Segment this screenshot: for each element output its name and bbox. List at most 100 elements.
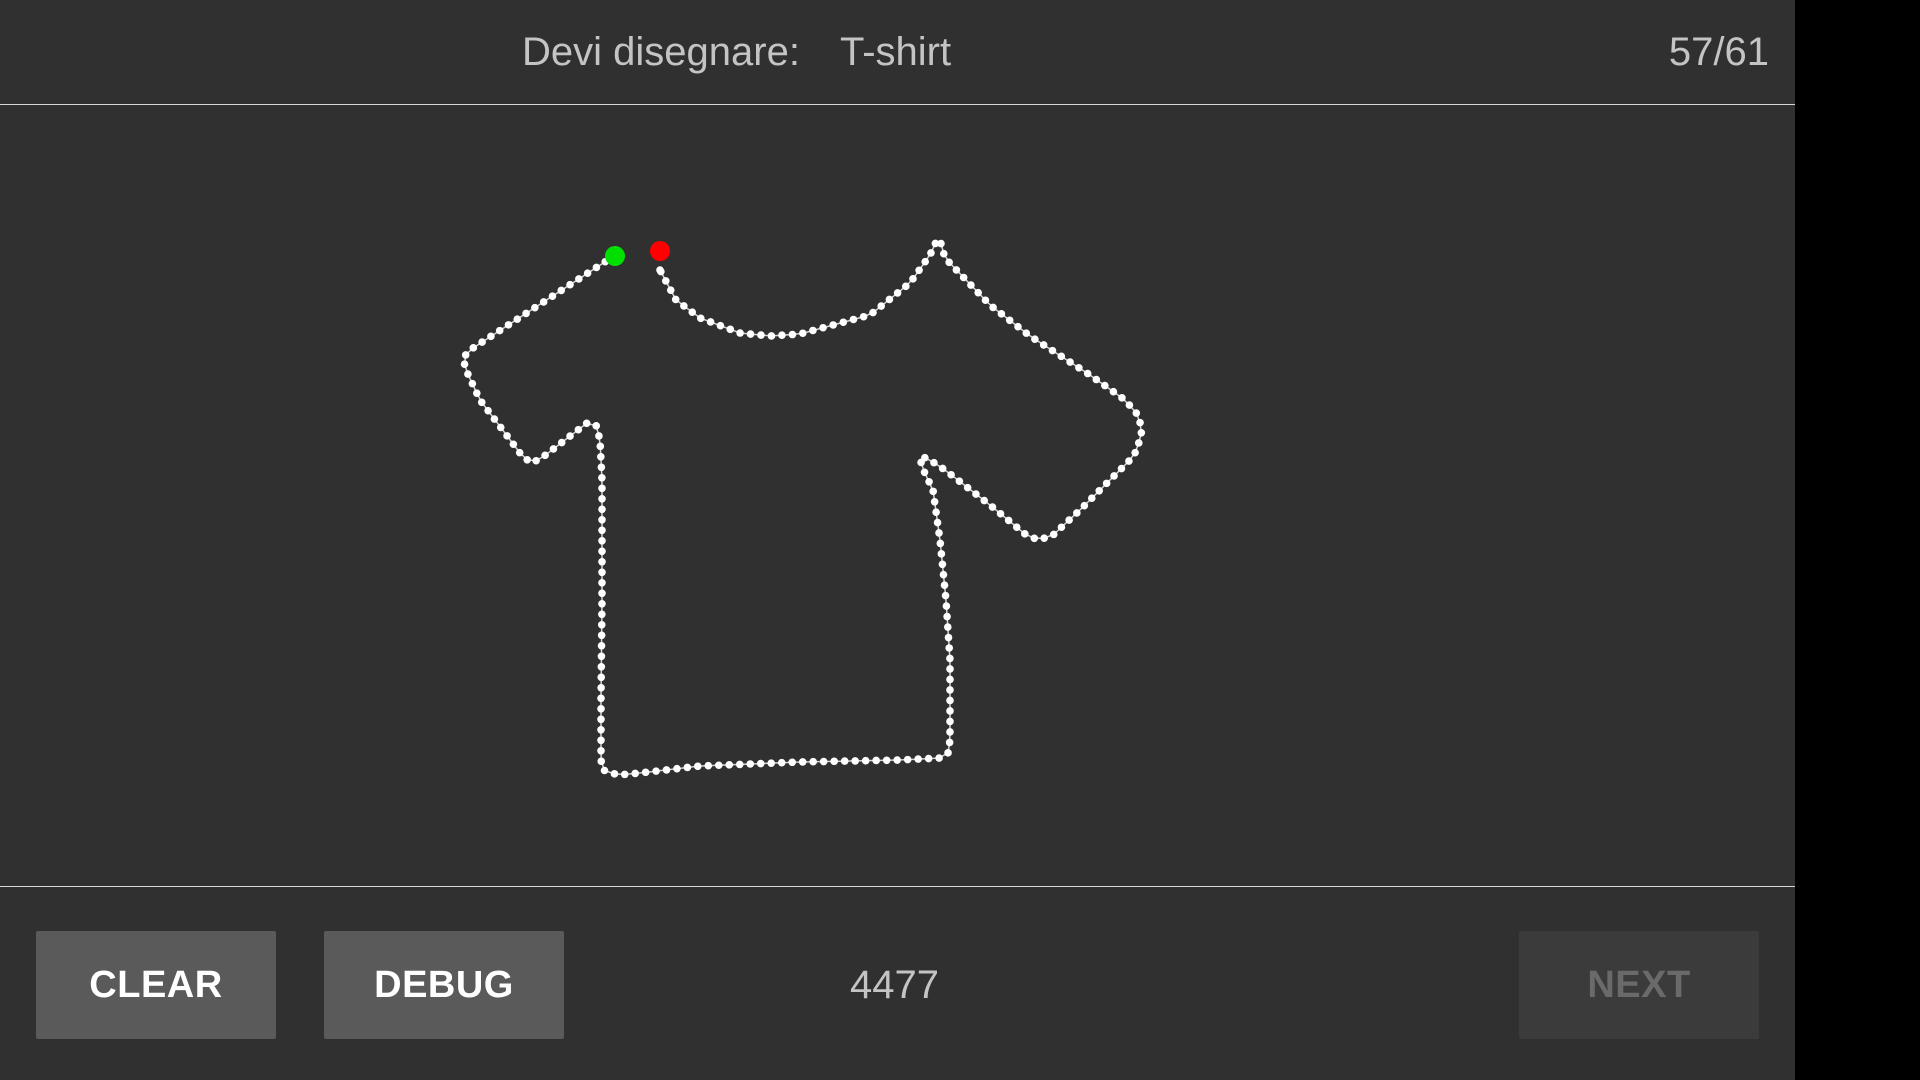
stroke-point: [974, 288, 982, 297]
stroke-point: [468, 379, 477, 388]
stroke-point: [726, 325, 735, 334]
stroke-point: [735, 760, 744, 769]
stroke-point: [484, 406, 492, 415]
stroke-point: [1125, 401, 1134, 409]
stroke-point: [946, 686, 954, 694]
stroke-point: [597, 715, 605, 724]
stroke-point: [464, 370, 472, 378]
stroke-point: [513, 315, 522, 323]
stroke-point: [1137, 428, 1146, 437]
stroke-point: [1131, 448, 1139, 457]
stroke-point: [1101, 381, 1109, 390]
stroke-point: [885, 295, 894, 304]
stroke-point: [1132, 409, 1141, 417]
stroke-point: [1087, 494, 1096, 503]
stroke-point: [1040, 534, 1048, 543]
stroke-point: [600, 766, 609, 775]
stroke-point: [598, 484, 606, 493]
stroke-point: [597, 757, 606, 766]
stroke-point: [1022, 329, 1031, 337]
stroke-point: [746, 760, 755, 768]
stroke-point: [575, 275, 583, 283]
stroke-point: [725, 761, 734, 769]
stroke-point: [515, 448, 524, 457]
stroke-point: [902, 282, 910, 291]
stroke-point: [903, 755, 912, 764]
stroke-point: [930, 458, 938, 467]
stroke-point: [597, 463, 606, 472]
stroke-point: [539, 298, 548, 306]
stroke-point: [583, 269, 592, 278]
stroke-point: [696, 314, 705, 323]
stroke-point: [996, 509, 1005, 518]
stroke-point: [1117, 464, 1126, 473]
stroke-point: [598, 578, 606, 587]
stroke-point: [946, 654, 954, 663]
stroke-point: [981, 296, 990, 305]
stroke-point: [1109, 387, 1118, 396]
stroke-point: [478, 338, 486, 346]
stroke-point: [849, 315, 858, 324]
stroke-point: [927, 249, 935, 257]
stroke-point: [461, 351, 470, 359]
stroke-point: [914, 755, 922, 763]
stroke-point: [652, 767, 660, 775]
stroke-point: [941, 591, 950, 600]
stroke-point: [861, 756, 870, 765]
stroke-point: [592, 263, 601, 272]
stroke-point: [830, 757, 838, 766]
stroke-point: [936, 539, 945, 548]
stroke-point: [988, 503, 997, 511]
stroke-point: [1102, 479, 1111, 488]
stroke-point: [939, 570, 948, 579]
stroke-point: [631, 769, 639, 778]
stroke-point: [597, 683, 605, 692]
stroke-point: [597, 673, 606, 682]
stroke-point: [1031, 335, 1039, 343]
stroke-point: [1039, 341, 1048, 349]
next-button[interactable]: NEXT: [1519, 931, 1759, 1039]
stroke-point: [680, 302, 688, 310]
stroke-point: [610, 770, 619, 778]
stroke-point: [503, 432, 511, 440]
stroke-point: [597, 694, 605, 703]
stroke-point: [598, 526, 606, 535]
debug-button[interactable]: DEBUG: [324, 931, 564, 1039]
footer-bar: CLEAR DEBUG 4477 NEXT: [0, 886, 1795, 1080]
stroke-point: [1012, 523, 1021, 531]
stroke-point: [1057, 523, 1066, 532]
stroke-point: [472, 389, 481, 397]
stroke-point: [946, 665, 954, 673]
stroke-point: [532, 456, 540, 465]
stroke-point: [1057, 352, 1066, 361]
stroke-point: [746, 330, 755, 338]
stroke-point: [1075, 363, 1083, 372]
stroke-point: [851, 757, 859, 765]
stroke-point: [597, 631, 606, 640]
stroke-point: [809, 757, 817, 766]
stroke-point: [704, 761, 713, 770]
stroke-point: [1080, 501, 1089, 510]
score-value: 4477: [850, 963, 939, 1007]
clear-button[interactable]: CLEAR: [36, 931, 276, 1039]
stroke-point: [598, 599, 606, 608]
stroke-point: [944, 623, 952, 631]
stroke-point: [1134, 439, 1143, 447]
stroke-point: [522, 309, 530, 318]
stroke-point: [597, 725, 605, 734]
stroke-point: [767, 759, 776, 767]
stroke-point: [893, 289, 902, 297]
stroke-point: [662, 766, 671, 774]
stroke-point: [656, 266, 664, 274]
stroke-point: [460, 360, 469, 369]
stroke-point: [549, 445, 558, 453]
stroke-point: [597, 620, 606, 629]
stroke-point: [921, 257, 929, 266]
stroke-point: [829, 321, 837, 329]
stroke-point: [496, 423, 505, 432]
stroke-point: [469, 344, 478, 352]
stroke-point: [598, 568, 606, 577]
drawing-canvas[interactable]: [0, 106, 1795, 886]
stroke-point: [1004, 516, 1013, 525]
stroke-point: [944, 633, 953, 642]
